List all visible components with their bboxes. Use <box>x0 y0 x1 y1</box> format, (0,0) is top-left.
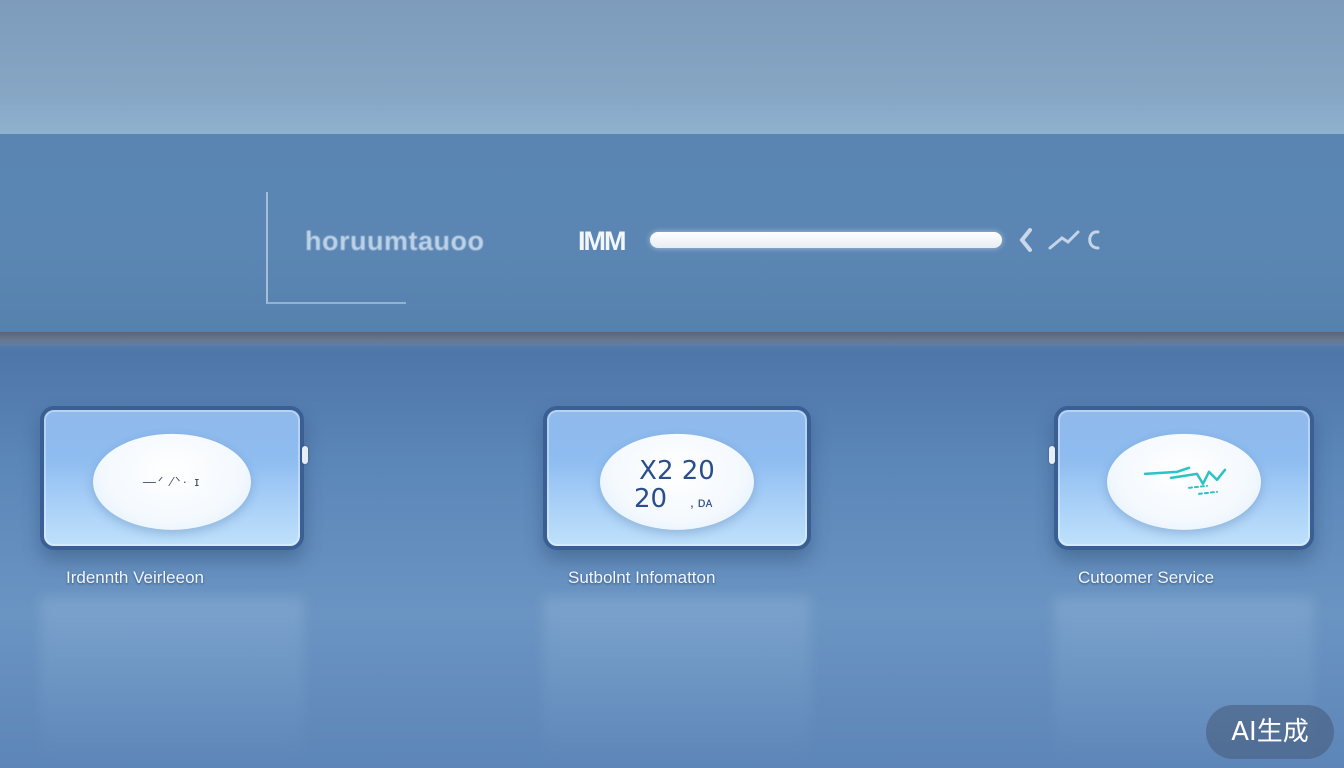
search-progress-fill <box>650 232 1002 248</box>
card-label: Cutoomer Service <box>1078 568 1215 587</box>
chat-bubble-icon <box>1107 433 1261 530</box>
search-icon[interactable] <box>1016 222 1106 258</box>
bubble-value-line1: X2 20 <box>639 455 715 486</box>
bubble-value-line2: 20 <box>634 483 668 514</box>
ai-generated-badge: AI生成 <box>1206 705 1334 759</box>
bubble-text: —ᐟ ⁄ᐠ· ɪ <box>142 473 202 489</box>
card-label: Irdennth Veirleeon <box>66 568 204 587</box>
card-reflection <box>40 596 304 768</box>
card-customer-service[interactable] <box>1054 406 1314 550</box>
search-input[interactable] <box>650 232 1002 248</box>
card-subject-information[interactable]: X2 20 20 , ᴅᴀ <box>543 406 811 550</box>
chat-bubble-icon: X2 20 20 , ᴅᴀ <box>600 433 754 530</box>
scribble-icon <box>1143 466 1227 495</box>
search-prefix: IMM <box>578 226 627 256</box>
card-label: Sutbolnt Infomatton <box>568 568 716 587</box>
bubble-value-line3: , ᴅᴀ <box>690 493 713 510</box>
search-label: horuumtauoo <box>305 226 485 256</box>
card-side-button <box>1049 446 1055 464</box>
card-side-button <box>302 446 308 464</box>
card-reflection <box>543 596 811 768</box>
top-band <box>0 0 1344 134</box>
header-divider <box>0 332 1344 346</box>
card-identity-verification[interactable]: —ᐟ ⁄ᐠ· ɪ <box>40 406 304 550</box>
chat-bubble-icon: —ᐟ ⁄ᐠ· ɪ <box>93 433 251 530</box>
